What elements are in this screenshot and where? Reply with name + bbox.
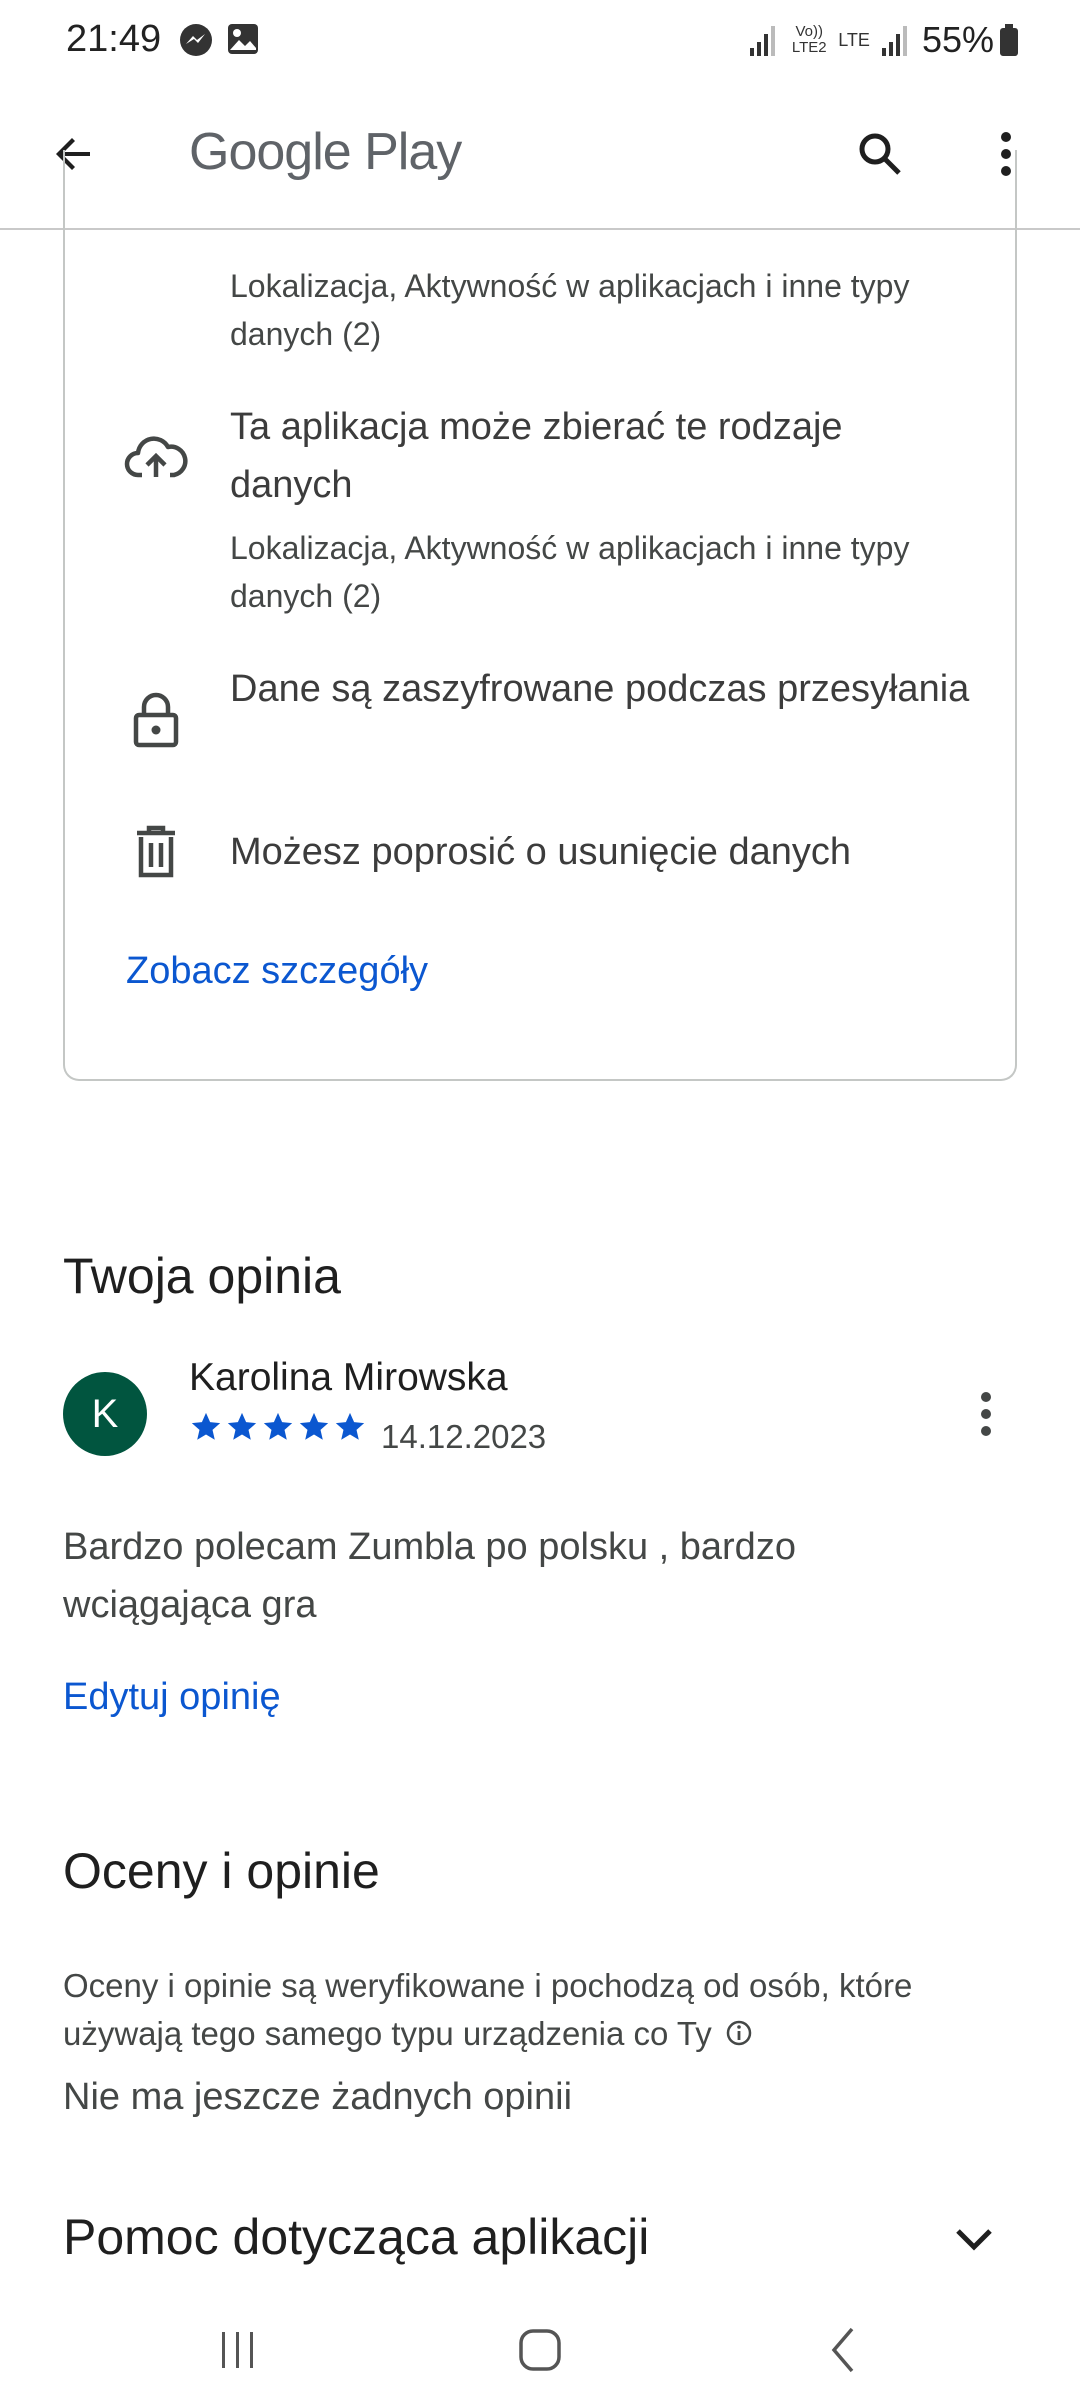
recent-apps-button[interactable] (193, 2320, 283, 2380)
star-icon (335, 1412, 365, 1440)
volte-label: Vo)) LTE2 (791, 23, 827, 56)
messenger-icon (178, 22, 214, 63)
ratings-note-text: Oceny i opinie są weryfikowane i pochodz… (63, 1967, 913, 2052)
see-details-link[interactable]: Zobacz szczegóły (126, 950, 428, 993)
battery-icon (1000, 24, 1018, 56)
home-icon (519, 2329, 561, 2371)
data-collected-title: Ta aplikacja może zbierać te rodzaje dan… (230, 406, 843, 506)
recent-apps-icon (222, 2332, 253, 2368)
reviewer-name: Karolina Mirowska (189, 1356, 508, 1399)
review-date: 14.12.2023 (381, 1418, 547, 1455)
cloud-upload-icon (120, 422, 192, 494)
ratings-heading: Oceny i opinie (63, 1843, 380, 1899)
edit-review-link[interactable]: Edytuj opinię (63, 1676, 281, 1719)
back-icon (831, 2327, 854, 2373)
back-nav-button[interactable] (798, 2320, 888, 2380)
your-review-heading: Twoja opinia (63, 1248, 341, 1304)
star-icon (191, 1412, 221, 1440)
avatar: K (63, 1372, 147, 1456)
no-reviews-text: Nie ma jeszcze żadnych opinii (63, 2076, 573, 2118)
expand-button[interactable] (940, 2206, 1008, 2274)
avatar-letter: K (91, 1391, 119, 1436)
signal-icon (750, 26, 776, 56)
app-support-heading[interactable]: Pomoc dotycząca aplikacji (63, 2208, 649, 2266)
data-shared-subtitle: Lokalizacja, Aktywność w aplikacjach i i… (230, 268, 910, 352)
signal-icon-2 (881, 26, 907, 56)
lock-icon (120, 684, 192, 756)
status-time: 21:49 (66, 18, 162, 60)
chevron-down-icon (956, 2229, 992, 2251)
status-indicators: Vo)) LTE2 LTE 55% (748, 14, 1020, 66)
delete-icon (120, 816, 192, 888)
review-text: Bardzo polecam Zumbla po polsku , bardzo… (63, 1526, 796, 1626)
star-icon (227, 1412, 257, 1440)
ratings-note: Oceny i opinie są weryfikowane i pochodz… (63, 1962, 1023, 2060)
info-icon[interactable] (725, 2012, 753, 2060)
rating-stars (189, 1410, 367, 1444)
encryption-title: Dane są zaszyfrowane podczas przesyłania (230, 668, 970, 710)
data-collected-subtitle: Lokalizacja, Aktywność w aplikacjach i i… (230, 530, 910, 614)
lte-label: LTE (838, 29, 870, 50)
gallery-icon (226, 22, 260, 61)
status-bar: 21:49 Vo)) LTE2 LTE 55% (0, 0, 1080, 80)
battery-percent: 55% (921, 19, 994, 60)
home-button[interactable] (495, 2320, 585, 2380)
system-nav-bar (0, 2300, 1080, 2400)
review-more-button[interactable] (952, 1380, 1020, 1448)
star-icon (299, 1412, 329, 1440)
star-icon (263, 1412, 293, 1440)
deletion-title: Możesz poprosić o usunięcie danych (230, 831, 852, 873)
more-vert-icon (981, 1392, 991, 1436)
